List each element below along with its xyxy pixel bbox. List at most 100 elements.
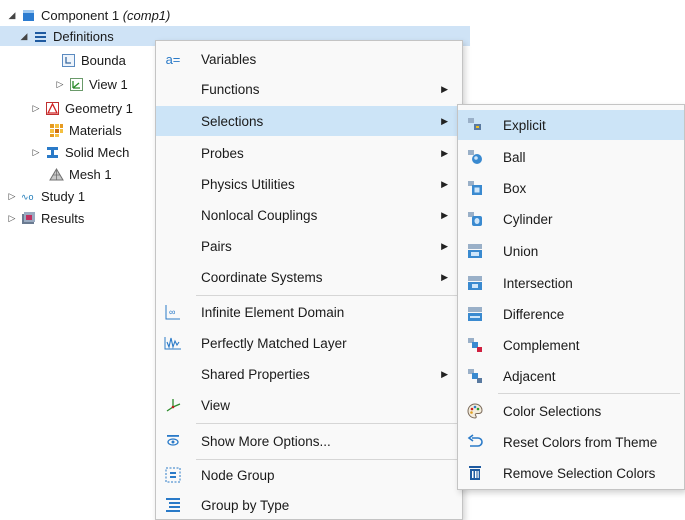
trash-icon — [466, 464, 484, 482]
show-more-icon — [164, 432, 182, 450]
tree-item-label: Results — [41, 210, 85, 226]
selections-submenu: Explicit Ball Box Cylinder Union Interse… — [457, 104, 685, 490]
menu-item-label: Box — [503, 180, 527, 196]
menu-item-label: Group by Type — [201, 497, 290, 513]
submenu-item-remove-selection-colors[interactable]: Remove Selection Colors — [458, 458, 684, 488]
menu-item-physics-utilities[interactable]: Physics Utilities ▶ — [156, 169, 462, 199]
tree-item-label: Geometry 1 — [65, 100, 133, 116]
menu-item-label: Perfectly Matched Layer — [201, 335, 347, 351]
submenu-arrow-icon: ▶ — [441, 115, 448, 126]
menu-separator — [498, 393, 680, 394]
menu-item-probes[interactable]: Probes ▶ — [156, 138, 462, 168]
tree-item-solid-mechanics[interactable]: ▷ Solid Mech — [0, 142, 130, 162]
menu-item-variables[interactable]: a= Variables — [156, 44, 462, 74]
tree-item-label: Materials — [69, 122, 122, 138]
menu-item-label: Difference — [503, 306, 565, 322]
collapse-toggle[interactable]: ◢ — [18, 31, 30, 42]
svg-text:∿o: ∿o — [21, 192, 34, 202]
menu-item-coordinate-systems[interactable]: Coordinate Systems ▶ — [156, 262, 462, 292]
component-icon — [21, 8, 36, 23]
menu-item-functions[interactable]: Functions ▶ — [156, 74, 462, 104]
menu-item-label: Physics Utilities — [201, 176, 295, 192]
menu-item-label: Probes — [201, 145, 244, 161]
tree-item-mesh[interactable]: Mesh 1 — [46, 164, 112, 184]
submenu-item-adjacent[interactable]: Adjacent — [458, 361, 684, 391]
reset-icon — [466, 433, 484, 451]
geometry-icon — [45, 101, 60, 116]
pml-icon — [164, 334, 182, 352]
tree-item-label: Bounda — [81, 52, 126, 68]
menu-item-nonlocal-couplings[interactable]: Nonlocal Couplings ▶ — [156, 200, 462, 230]
expand-toggle[interactable]: ▷ — [54, 79, 66, 90]
explicit-selection-icon — [466, 116, 484, 134]
menu-item-label: View — [201, 397, 231, 413]
palette-icon — [466, 402, 484, 420]
tree-item-boundary[interactable]: Bounda — [58, 50, 126, 70]
tree-item-materials[interactable]: Materials — [46, 120, 122, 140]
boundary-icon — [61, 53, 76, 68]
menu-item-label: Union — [503, 243, 539, 259]
tree-item-results[interactable]: ▷ Results — [0, 208, 85, 228]
menu-item-label: Pairs — [201, 238, 232, 254]
group-by-type-icon — [164, 496, 182, 514]
menu-item-label: Variables — [201, 51, 257, 67]
menu-item-node-group[interactable]: Node Group — [156, 460, 462, 490]
tree-item-view[interactable]: ▷ View 1 — [0, 74, 128, 94]
menu-item-label: Color Selections — [503, 403, 602, 419]
submenu-arrow-icon: ▶ — [441, 209, 448, 220]
adjacent-selection-icon — [466, 367, 484, 385]
view-icon — [69, 77, 84, 92]
results-icon — [21, 211, 36, 226]
menu-item-label: Adjacent — [503, 368, 556, 384]
menu-item-label: Infinite Element Domain — [201, 304, 345, 320]
submenu-item-cylinder[interactable]: Cylinder — [458, 204, 684, 234]
variables-icon: a= — [165, 51, 181, 67]
menu-separator — [196, 295, 458, 296]
menu-item-label: Nonlocal Couplings — [201, 207, 318, 223]
expand-toggle[interactable]: ▷ — [6, 191, 18, 202]
menu-item-label: Show More Options... — [201, 433, 331, 449]
menu-item-perfectly-matched-layer[interactable]: Perfectly Matched Layer — [156, 328, 462, 358]
collapse-toggle[interactable]: ◢ — [6, 10, 18, 21]
submenu-item-color-selections[interactable]: Color Selections — [458, 396, 684, 426]
union-selection-icon — [466, 242, 484, 260]
submenu-arrow-icon: ▶ — [441, 147, 448, 158]
context-menu: a= Variables Functions ▶ Selections ▶ Pr… — [155, 40, 463, 520]
menu-item-pairs[interactable]: Pairs ▶ — [156, 231, 462, 261]
menu-item-infinite-element-domain[interactable]: ∞ Infinite Element Domain — [156, 297, 462, 327]
submenu-item-ball[interactable]: Ball — [458, 142, 684, 172]
tree-item-label: Component 1 — [41, 7, 120, 23]
tree-item-component[interactable]: ◢ Component 1 (comp1) — [0, 5, 171, 25]
study-icon: ∿o — [21, 189, 36, 204]
submenu-item-intersection[interactable]: Intersection — [458, 268, 684, 298]
svg-text:∞: ∞ — [169, 307, 175, 317]
menu-item-show-more-options[interactable]: Show More Options... — [156, 426, 462, 456]
submenu-item-reset-colors[interactable]: Reset Colors from Theme — [458, 427, 684, 457]
submenu-item-difference[interactable]: Difference — [458, 299, 684, 329]
tree-item-geometry[interactable]: ▷ Geometry 1 — [0, 98, 133, 118]
menu-item-label: Node Group — [201, 467, 275, 483]
menu-item-label: Shared Properties — [201, 366, 310, 382]
box-selection-icon — [466, 179, 484, 197]
menu-item-selections[interactable]: Selections ▶ — [156, 106, 462, 136]
submenu-item-union[interactable]: Union — [458, 236, 684, 266]
tree-item-label: View 1 — [89, 76, 128, 92]
expand-toggle[interactable]: ▷ — [6, 213, 18, 224]
complement-selection-icon — [466, 336, 484, 354]
submenu-item-complement[interactable]: Complement — [458, 330, 684, 360]
tree-item-tag: (comp1) — [122, 7, 171, 23]
menu-item-group-by-type[interactable]: Group by Type — [156, 490, 462, 520]
submenu-item-box[interactable]: Box — [458, 173, 684, 203]
mesh-icon — [49, 167, 64, 182]
submenu-arrow-icon: ▶ — [441, 178, 448, 189]
tree-item-study[interactable]: ▷ ∿o Study 1 — [0, 186, 86, 206]
menu-item-shared-properties[interactable]: Shared Properties ▶ — [156, 359, 462, 389]
submenu-item-explicit[interactable]: Explicit — [458, 110, 684, 140]
expand-toggle[interactable]: ▷ — [30, 103, 42, 114]
menu-item-label: Explicit — [503, 117, 546, 133]
tree-item-label: Definitions — [53, 28, 114, 44]
expand-toggle[interactable]: ▷ — [30, 147, 42, 158]
tree-item-label: Study 1 — [41, 188, 86, 204]
menu-item-label: Selections — [201, 113, 264, 129]
menu-item-view[interactable]: View — [156, 390, 462, 420]
